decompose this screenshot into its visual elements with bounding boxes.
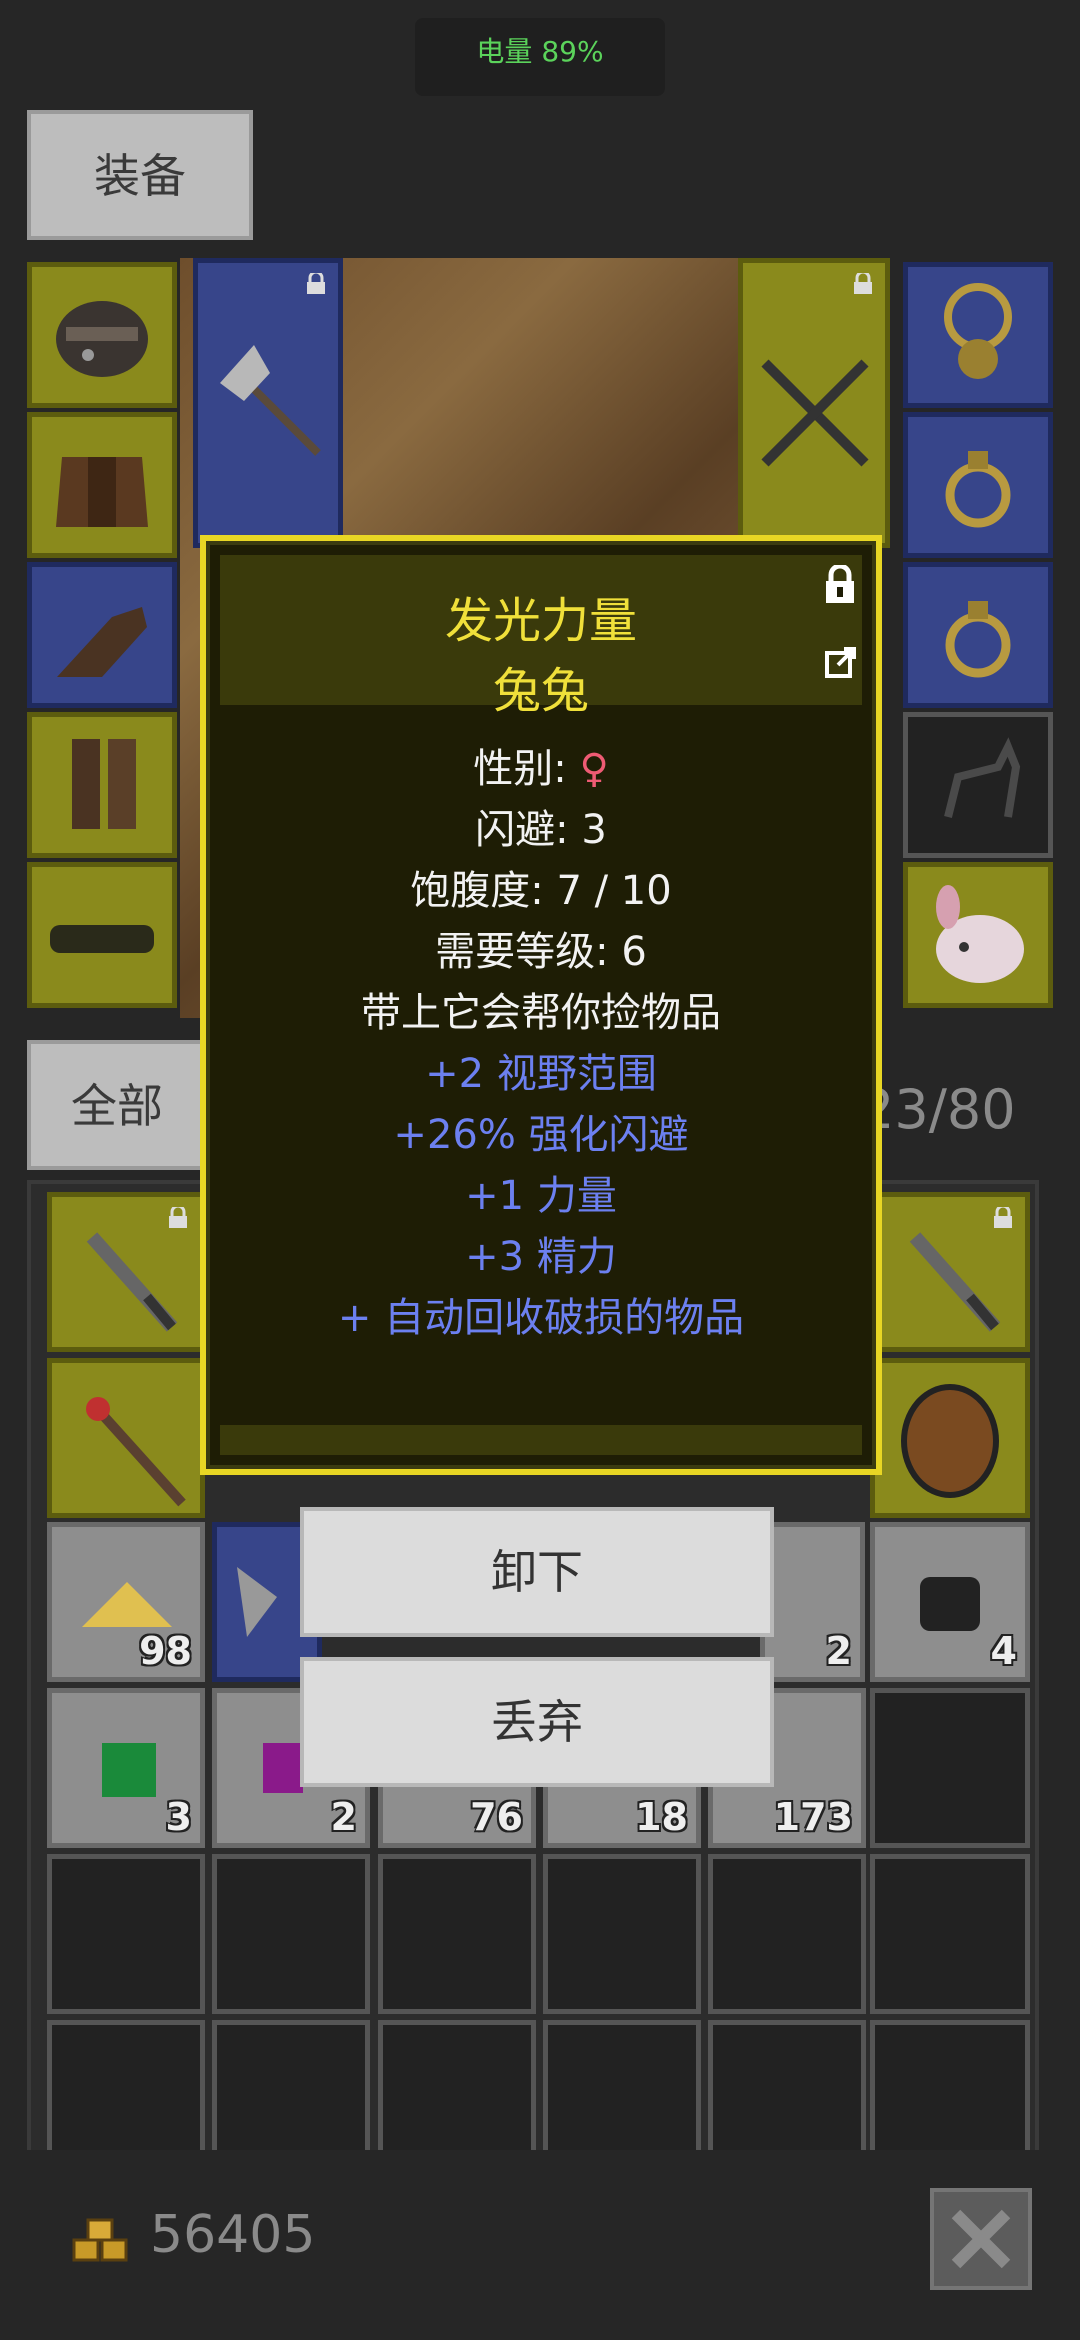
discard-button[interactable]: 丢弃 bbox=[300, 1657, 774, 1787]
pet-slot[interactable] bbox=[903, 862, 1053, 1008]
gender-line: 性别: ♀ bbox=[206, 736, 876, 794]
stat-ability: 带上它会帮你捡物品 bbox=[361, 990, 721, 1036]
inventory-slot[interactable] bbox=[212, 2020, 370, 2160]
inventory-slot[interactable] bbox=[870, 1688, 1030, 1848]
lock-icon bbox=[994, 1207, 1012, 1228]
tab-equipment[interactable]: 装备 bbox=[27, 110, 253, 240]
boots-slot[interactable] bbox=[27, 712, 177, 858]
amulet-slot[interactable] bbox=[903, 262, 1053, 408]
rabbit-icon bbox=[936, 885, 1024, 983]
item-count: 2 bbox=[825, 1629, 852, 1673]
unequip-button[interactable]: 卸下 bbox=[300, 1507, 774, 1637]
inventory-slot[interactable] bbox=[870, 2020, 1030, 2160]
bonus-recycle: + 自动回收破损的物品 bbox=[337, 1295, 745, 1341]
inventory-slot[interactable] bbox=[47, 1358, 205, 1518]
inventory-slot[interactable] bbox=[47, 1854, 205, 2014]
inventory-slot[interactable] bbox=[47, 2020, 205, 2160]
helmet-icon bbox=[56, 301, 148, 377]
bonus-energy: +3 精力 bbox=[465, 1234, 617, 1280]
mount-slot[interactable] bbox=[903, 712, 1053, 858]
ring-slot-2[interactable] bbox=[903, 562, 1053, 708]
item-detail-popup: 发光力量 兔兔 性别: ♀ 闪避: 3 饱腹度: 7 / 10 需要等级: 6 … bbox=[200, 535, 882, 1475]
popup-footer bbox=[220, 1425, 862, 1455]
helmet-slot[interactable] bbox=[27, 262, 177, 408]
battery-text: 电量 89% bbox=[476, 35, 604, 68]
inventory-slot[interactable] bbox=[543, 2020, 701, 2160]
inventory-slot[interactable] bbox=[47, 1192, 205, 1352]
armor-icon bbox=[56, 457, 148, 527]
inventory-slot[interactable] bbox=[212, 1854, 370, 2014]
inventory-slot[interactable] bbox=[708, 1854, 866, 2014]
bonus-vision: +2 视野范围 bbox=[425, 1051, 657, 1097]
horse-icon bbox=[944, 737, 1021, 818]
inventory-slot[interactable] bbox=[870, 1358, 1030, 1518]
ring-icon bbox=[945, 601, 1011, 678]
lock-icon[interactable] bbox=[822, 565, 858, 605]
inventory-slot[interactable] bbox=[543, 1854, 701, 2014]
item-count: 3 bbox=[165, 1795, 192, 1839]
axe-icon bbox=[220, 345, 321, 456]
inventory-slot[interactable]: 2 bbox=[760, 1522, 865, 1682]
item-count: 76 bbox=[470, 1795, 523, 1839]
inventory-slot[interactable] bbox=[870, 1192, 1030, 1352]
item-count: 4 bbox=[990, 1629, 1017, 1673]
ring-icon bbox=[945, 451, 1011, 528]
status-bar: 电量 89% bbox=[0, 0, 1080, 100]
bonus-dodge: +26% 强化闪避 bbox=[393, 1112, 689, 1158]
weapon-slot-right[interactable] bbox=[738, 258, 890, 548]
staff-icon bbox=[86, 1397, 186, 1507]
inventory-slot[interactable]: 4 bbox=[870, 1522, 1030, 1682]
share-icon[interactable] bbox=[824, 645, 858, 679]
inventory-slot[interactable] bbox=[378, 1854, 536, 2014]
gloves-slot[interactable] bbox=[27, 562, 177, 708]
close-button[interactable] bbox=[930, 2188, 1032, 2290]
crossed-swords-icon bbox=[761, 359, 869, 467]
ring-slot-1[interactable] bbox=[903, 412, 1053, 558]
tab-all[interactable]: 全部 bbox=[27, 1040, 207, 1170]
female-icon: ♀ bbox=[579, 746, 609, 792]
inventory-slot[interactable] bbox=[708, 2020, 866, 2160]
inventory-slot[interactable] bbox=[378, 2020, 536, 2160]
capacity-text: 23/80 bbox=[860, 1078, 1016, 1141]
inventory-slot[interactable]: 3 bbox=[47, 1688, 205, 1848]
close-icon bbox=[951, 2209, 1011, 2269]
stat-required-level: 需要等级: 6 bbox=[435, 929, 647, 975]
item-count: 18 bbox=[635, 1795, 688, 1839]
pet-name: 兔兔 bbox=[492, 663, 589, 719]
item-count: 2 bbox=[330, 1795, 357, 1839]
amulet-icon bbox=[944, 283, 1012, 379]
shield-icon bbox=[901, 1384, 999, 1498]
gold-coins-icon bbox=[72, 2218, 128, 2262]
armor-slot[interactable] bbox=[27, 412, 177, 558]
inventory-slot[interactable]: 98 bbox=[47, 1522, 205, 1682]
gender-label: 性别: bbox=[473, 746, 580, 792]
stat-dodge: 闪避: 3 bbox=[475, 807, 607, 853]
belt-icon bbox=[50, 925, 154, 953]
item-title: 发光力量 bbox=[444, 593, 637, 649]
belt-slot[interactable] bbox=[27, 862, 177, 1008]
bonus-strength: +1 力量 bbox=[465, 1173, 617, 1219]
boots-icon bbox=[72, 739, 136, 829]
weapon-slot-left[interactable] bbox=[193, 258, 343, 548]
stat-satiety: 饱腹度: 7 / 10 bbox=[410, 868, 672, 914]
lock-icon bbox=[169, 1207, 187, 1228]
item-count: 98 bbox=[139, 1629, 192, 1673]
inventory-slot[interactable] bbox=[870, 1854, 1030, 2014]
item-count: 173 bbox=[773, 1795, 853, 1839]
gloves-icon bbox=[57, 607, 147, 677]
gold-amount: 56405 bbox=[150, 2205, 316, 2265]
